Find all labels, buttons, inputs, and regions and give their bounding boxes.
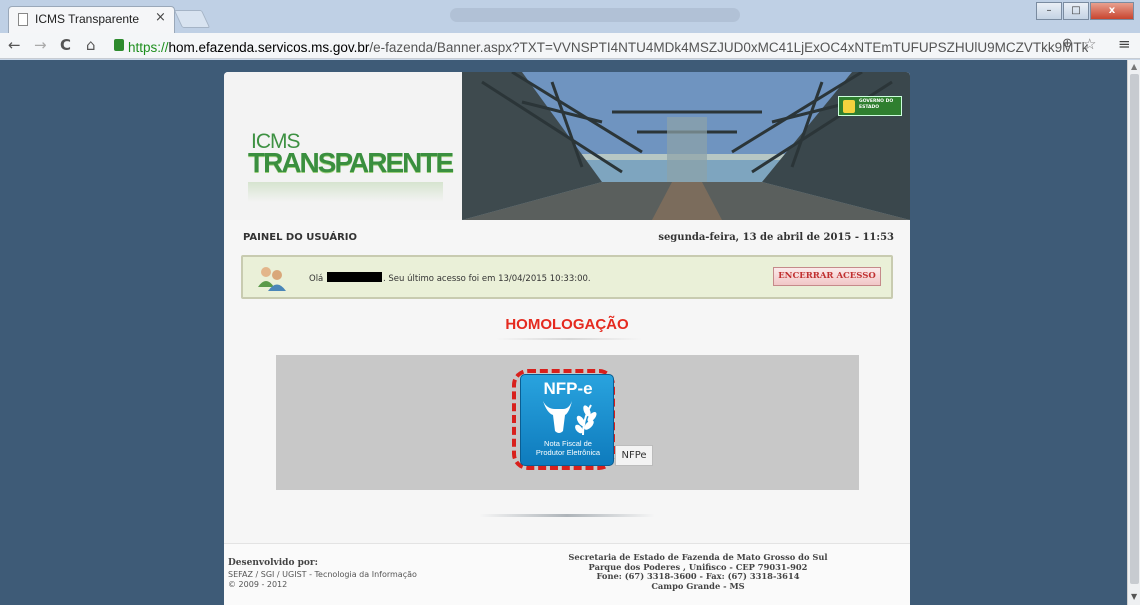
- users-icon: [258, 267, 286, 291]
- url-scheme: https://: [128, 40, 169, 55]
- address-line-4: Campo Grande - MS: [651, 580, 745, 591]
- redacted-username: [326, 272, 382, 282]
- logo-main-text: TRANSPARENTE: [248, 147, 454, 178]
- section-divider: [479, 514, 655, 517]
- home-icon[interactable]: ⌂: [86, 36, 96, 54]
- panel-title: PAINEL DO USUÁRIO: [243, 232, 358, 243]
- scroll-up-icon[interactable]: ▲: [1131, 62, 1137, 71]
- gov-badge-text: GOVERNO DO ESTADO: [859, 99, 894, 110]
- reload-icon[interactable]: C: [60, 36, 71, 54]
- current-date: segunda-feira, 13 de abril de 2015 - 11:…: [658, 232, 894, 243]
- state-emblem-icon: [843, 100, 855, 113]
- address-bar[interactable]: https://hom.efazenda.servicos.ms.gov.br/…: [110, 35, 1110, 57]
- tab-strip: ICMS Transparente × – □ x: [0, 0, 1140, 33]
- nfpe-app-tile[interactable]: NFP-e Nota Fiscal de Produtor Eletrônica: [520, 374, 614, 466]
- environment-title: HOMOLOGAÇÃO: [505, 316, 629, 333]
- session-info-box: Olá . Seu último acesso foi em 13/04/201…: [241, 255, 893, 299]
- page-icon: [18, 13, 28, 26]
- welcome-message: Olá . Seu último acesso foi em 13/04/201…: [309, 272, 591, 284]
- logout-button[interactable]: ENCERRAR ACESSO: [773, 267, 881, 286]
- window-title-blurred: [450, 8, 740, 22]
- scroll-down-icon[interactable]: ▼: [1131, 592, 1137, 601]
- bridge-photo: GOVERNO DO ESTADO: [462, 72, 910, 220]
- cattle-wheat-icon: [543, 401, 597, 436]
- bookmark-star-icon[interactable]: ☆: [1083, 35, 1096, 53]
- scroll-thumb[interactable]: [1130, 74, 1139, 584]
- tab-icms-transparente[interactable]: ICMS Transparente ×: [8, 6, 175, 33]
- window-controls: – □ x: [1035, 2, 1134, 20]
- tab-title: ICMS Transparente: [35, 12, 140, 26]
- copyright-text: © 2009 - 2012: [228, 580, 288, 589]
- footer: Desenvolvido por: SEFAZ / SGI / UGIST - …: [224, 543, 910, 605]
- tab-close-icon[interactable]: ×: [155, 10, 166, 25]
- zoom-icon[interactable]: ⊕: [1062, 36, 1073, 51]
- new-tab-button[interactable]: [173, 10, 211, 28]
- bridge-illustration: [462, 72, 910, 220]
- icms-transparente-logo: ICMS TRANSPARENTE: [248, 130, 454, 202]
- last-access-time: 13/04/2015 10:33:00.: [498, 274, 591, 284]
- government-badge: GOVERNO DO ESTADO: [838, 96, 902, 116]
- hello-prefix: Olá: [309, 274, 324, 284]
- url-host: hom.efazenda.servicos.ms.gov.br: [168, 40, 370, 55]
- back-arrow-icon[interactable]: ←: [8, 36, 21, 54]
- page-container: ICMS TRANSPARENTE GOVERNO DO ESTADO PAIN…: [224, 72, 910, 605]
- tile-caption: Nota Fiscal de Produtor Eletrônica: [521, 439, 615, 457]
- maximize-button[interactable]: □: [1063, 2, 1089, 20]
- hello-suffix: . Seu último acesso foi em: [382, 274, 499, 284]
- address-block: Secretaria de Estado de Fazenda de Mato …: [488, 552, 908, 591]
- browser-menu-icon[interactable]: ≡: [1118, 35, 1131, 53]
- header-banner: ICMS TRANSPARENTE GOVERNO DO ESTADO: [224, 72, 910, 220]
- browser-window: ICMS Transparente × – □ x ← → C ⌂ https:…: [0, 0, 1140, 605]
- url-path: /e-fazenda/Banner.aspx?TXT=VVNSPTI4NTU4M…: [369, 40, 1088, 55]
- nfpe-label-button[interactable]: NFPe: [615, 445, 653, 466]
- vertical-scrollbar[interactable]: ▲ ▼: [1127, 60, 1140, 605]
- lock-icon: [114, 39, 124, 51]
- minimize-button[interactable]: –: [1036, 2, 1062, 20]
- developed-by-label: Desenvolvido por:: [228, 558, 318, 568]
- tile-name: NFP-e: [543, 379, 593, 398]
- applications-area: NFP-e Nota Fiscal de Produtor Eletrônica…: [276, 355, 859, 490]
- browser-toolbar: ← → C ⌂ https://hom.efazenda.servicos.ms…: [0, 33, 1140, 59]
- tile-caption-line-2: Produtor Eletrônica: [535, 447, 601, 457]
- url-text: https://hom.efazenda.servicos.ms.gov.br/…: [128, 37, 1088, 56]
- developer-org: SEFAZ / SGI / UGIST - Tecnologia da Info…: [228, 570, 417, 579]
- logo-reflection: [248, 182, 443, 202]
- forward-arrow-icon[interactable]: →: [34, 36, 47, 54]
- close-window-button[interactable]: x: [1090, 2, 1134, 20]
- environment-underline: [496, 338, 642, 340]
